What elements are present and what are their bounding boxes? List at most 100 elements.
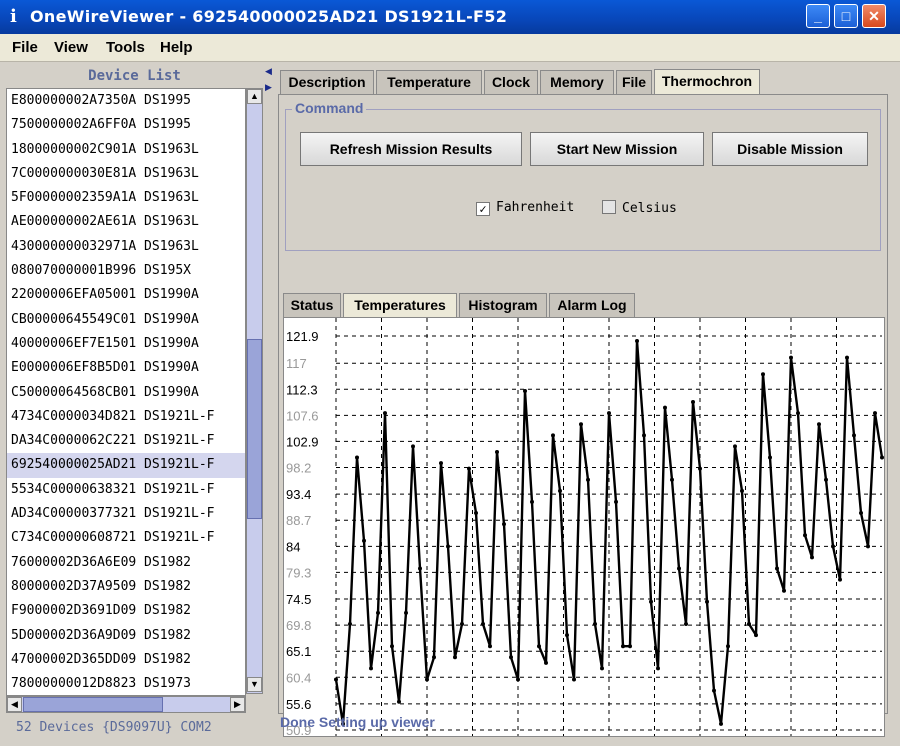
panel-splitter[interactable]: ◀ ▶ [264, 64, 274, 740]
chart-point [593, 622, 597, 627]
collapse-right-icon[interactable]: ▶ [265, 82, 272, 93]
collapse-left-icon[interactable]: ◀ [265, 66, 272, 77]
device-list-item[interactable]: CB00000645549C01 DS1990A [7, 308, 245, 332]
device-panel: Device List E800000002A7350A DS1995 75000… [6, 64, 263, 740]
chart-point [817, 422, 821, 427]
subtab-alarm-log[interactable]: Alarm Log [549, 293, 635, 317]
device-list-item[interactable]: 78000000012D8823 DS1973 [7, 672, 245, 695]
scroll-right-icon[interactable]: ▶ [230, 697, 245, 712]
device-list-header: Device List [88, 68, 181, 84]
scroll-down-icon[interactable]: ▼ [247, 677, 262, 692]
chart-point [873, 411, 877, 416]
chart-point [656, 666, 660, 671]
device-list-item[interactable]: C50000064568CB01 DS1990A [7, 381, 245, 405]
fahrenheit-option[interactable]: ✓ Fahrenheit [476, 200, 574, 216]
device-list-item[interactable]: 4734C0000034D821 DS1921L-F [7, 405, 245, 429]
device-list-item[interactable]: AD34C00000377321 DS1921L-F [7, 502, 245, 526]
chart-point [845, 355, 849, 360]
device-list-item[interactable]: DA34C0000062C221 DS1921L-F [7, 429, 245, 453]
subtab-temperatures[interactable]: Temperatures [343, 293, 457, 317]
chart-point [439, 461, 443, 466]
device-list-item[interactable]: C734C00000608721 DS1921L-F [7, 526, 245, 550]
celsius-checkbox[interactable] [602, 200, 616, 214]
device-list-item[interactable]: 692540000025AD21 DS1921L-F [7, 453, 245, 478]
start-new-mission-button[interactable]: Start New Mission [530, 132, 704, 166]
device-list-item[interactable]: 47000002D365DD09 DS1982 [7, 648, 245, 672]
command-group-label: Command [292, 100, 367, 116]
device-list-item[interactable]: 76000002D36A6E09 DS1982 [7, 551, 245, 575]
chart-point [607, 411, 611, 416]
chart-point [551, 433, 555, 438]
device-list-item[interactable]: 080070000001B996 DS195X [7, 259, 245, 283]
device-list[interactable]: E800000002A7350A DS1995 7500000002A6FF0A … [6, 88, 246, 696]
device-list-item[interactable]: 7C0000000030E81A DS1963L [7, 162, 245, 186]
scroll-up-icon[interactable]: ▲ [247, 89, 262, 104]
device-list-item[interactable]: 40000006EF7E1501 DS1990A [7, 332, 245, 356]
tab-temperature[interactable]: Temperature [376, 70, 482, 94]
chart-point [642, 433, 646, 438]
close-icon[interactable]: ✕ [862, 4, 886, 28]
scroll-left-icon[interactable]: ◀ [7, 697, 22, 712]
tab-description[interactable]: Description [280, 70, 374, 94]
thermochron-tab-body: Command Refresh Mission Results Start Ne… [278, 94, 888, 738]
device-list-item[interactable]: AE000000002AE61A DS1963L [7, 210, 245, 234]
chart-point [866, 544, 870, 549]
device-list-item[interactable]: 80000002D37A9509 DS1982 [7, 575, 245, 599]
device-list-item[interactable]: 18000000002C901A DS1963L [7, 138, 245, 162]
device-list-item[interactable]: E0000006EF8B5D01 DS1990A [7, 356, 245, 380]
chart-point [635, 338, 639, 343]
minimize-icon[interactable]: _ [806, 4, 830, 28]
device-list-item[interactable]: 5534C00000638321 DS1921L-F [7, 478, 245, 502]
device-list-horizontal-scrollbar[interactable]: ◀ ▶ [6, 696, 246, 713]
refresh-mission-results-button[interactable]: Refresh Mission Results [300, 132, 522, 166]
chart-y-tick-label: 117 [286, 356, 307, 371]
subtab-histogram[interactable]: Histogram [459, 293, 547, 317]
maximize-icon[interactable]: □ [834, 4, 858, 28]
device-list-item[interactable]: 430000000032971A DS1963L [7, 235, 245, 259]
chart-y-tick-label: 84 [286, 539, 300, 554]
chart-point [628, 644, 632, 649]
chart-y-tick-label: 102.9 [286, 434, 319, 449]
subtab-status[interactable]: Status [283, 293, 341, 317]
device-list-item[interactable]: 7500000002A6FF0A DS1995 [7, 113, 245, 137]
chart-point [530, 499, 534, 504]
chart-point [733, 444, 737, 449]
scroll-thumb[interactable] [247, 339, 262, 519]
device-list-item[interactable]: E800000002A7350A DS1995 [7, 89, 245, 113]
menu-file[interactable]: File [12, 39, 38, 56]
tab-file[interactable]: File [616, 70, 652, 94]
chart-y-tick-label: 121.9 [286, 329, 319, 344]
tab-memory[interactable]: Memory [540, 70, 614, 94]
device-list-item[interactable]: F9000002D3691D09 DS1982 [7, 599, 245, 623]
chart-point [747, 622, 751, 627]
chart-point [362, 538, 366, 543]
hscroll-thumb[interactable] [23, 697, 163, 712]
device-list-item[interactable]: 5F00000002359A1A DS1963L [7, 186, 245, 210]
chart-point [698, 466, 702, 471]
disable-mission-button[interactable]: Disable Mission [712, 132, 868, 166]
chart-point [838, 577, 842, 582]
menu-help[interactable]: Help [160, 39, 193, 56]
chart-point [880, 455, 884, 460]
menu-tools[interactable]: Tools [106, 39, 145, 56]
device-list-item[interactable]: 22000006EFA05001 DS1990A [7, 283, 245, 307]
chart-point [474, 511, 478, 516]
device-list-item[interactable]: 5D000002D36A9D09 DS1982 [7, 624, 245, 648]
chart-point [852, 433, 856, 438]
chart-point [355, 455, 359, 460]
chart-point [481, 622, 485, 627]
menu-view[interactable]: View [54, 39, 88, 56]
tab-thermochron[interactable]: Thermochron [654, 69, 760, 95]
chart-y-tick-label: 88.7 [286, 513, 311, 528]
celsius-option[interactable]: Celsius [602, 200, 677, 216]
device-list-vertical-scrollbar[interactable]: ▲ ▼ [246, 88, 263, 694]
chart-y-tick-label: 60.4 [286, 670, 311, 685]
chart-point [663, 405, 667, 410]
chart-point [719, 721, 723, 726]
tab-clock[interactable]: Clock [484, 70, 538, 94]
info-icon: i [10, 6, 17, 27]
chart-point [614, 499, 618, 504]
fahrenheit-checkbox[interactable]: ✓ [476, 202, 490, 216]
temperature-chart: 121.9 117 112.3 107.6 102.9 98.2 93.4 88.7 84 79.… [283, 317, 885, 738]
chart-point [369, 666, 373, 671]
